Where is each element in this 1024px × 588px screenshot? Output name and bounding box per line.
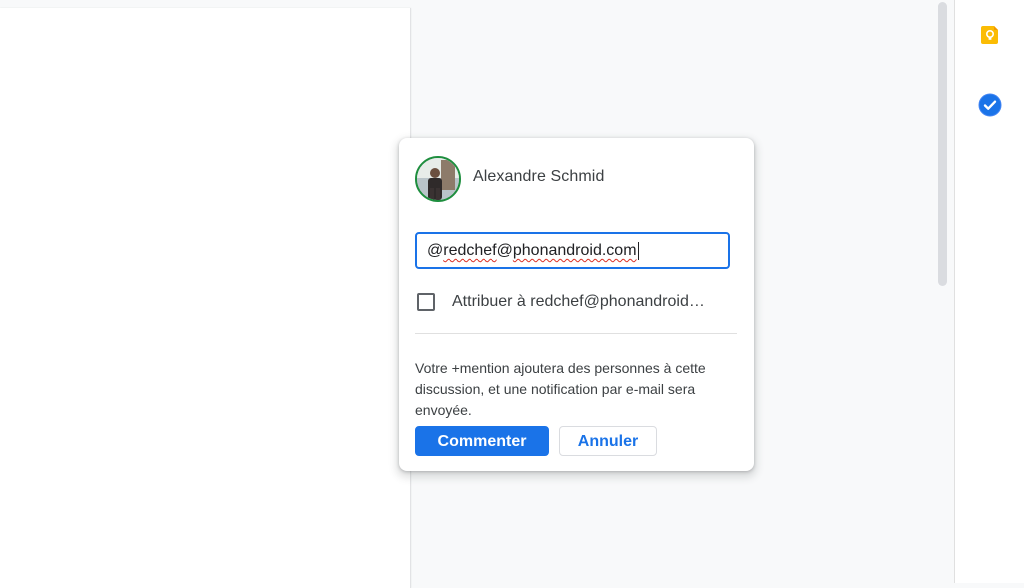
divider bbox=[415, 333, 737, 334]
input-text-misspelled-user: redchef bbox=[443, 242, 497, 259]
avatar bbox=[415, 156, 461, 202]
assign-checkbox[interactable] bbox=[417, 293, 435, 311]
tasks-icon[interactable] bbox=[978, 93, 1002, 117]
comment-button[interactable]: Commenter bbox=[415, 426, 549, 456]
text-caret bbox=[637, 241, 639, 260]
comment-author-name: Alexandre Schmid bbox=[473, 168, 605, 185]
scrollbar-thumb[interactable] bbox=[938, 2, 947, 286]
keep-icon[interactable] bbox=[978, 23, 1002, 47]
side-panel bbox=[954, 0, 1024, 583]
cancel-button[interactable]: Annuler bbox=[559, 426, 657, 456]
assign-label[interactable]: Attribuer à redchef@phonandroid… bbox=[452, 293, 705, 311]
input-text-at: @ bbox=[496, 242, 513, 259]
document-page[interactable] bbox=[0, 8, 411, 588]
input-text-misspelled-domain: phonandroid.com bbox=[512, 242, 637, 259]
docs-workspace: Alexandre Schmid @redchef@phonandroid.co… bbox=[0, 0, 953, 588]
comment-popup: Alexandre Schmid @redchef@phonandroid.co… bbox=[399, 138, 754, 471]
assign-checkbox-row[interactable]: Attribuer à redchef@phonandroid… bbox=[417, 292, 737, 316]
mention-hint-text: Votre +mention ajoutera des personnes à … bbox=[415, 360, 706, 418]
input-text-prefix: @ bbox=[427, 242, 444, 259]
comment-input[interactable]: @redchef@phonandroid.com bbox=[415, 232, 730, 269]
avatar-photo bbox=[417, 158, 459, 200]
